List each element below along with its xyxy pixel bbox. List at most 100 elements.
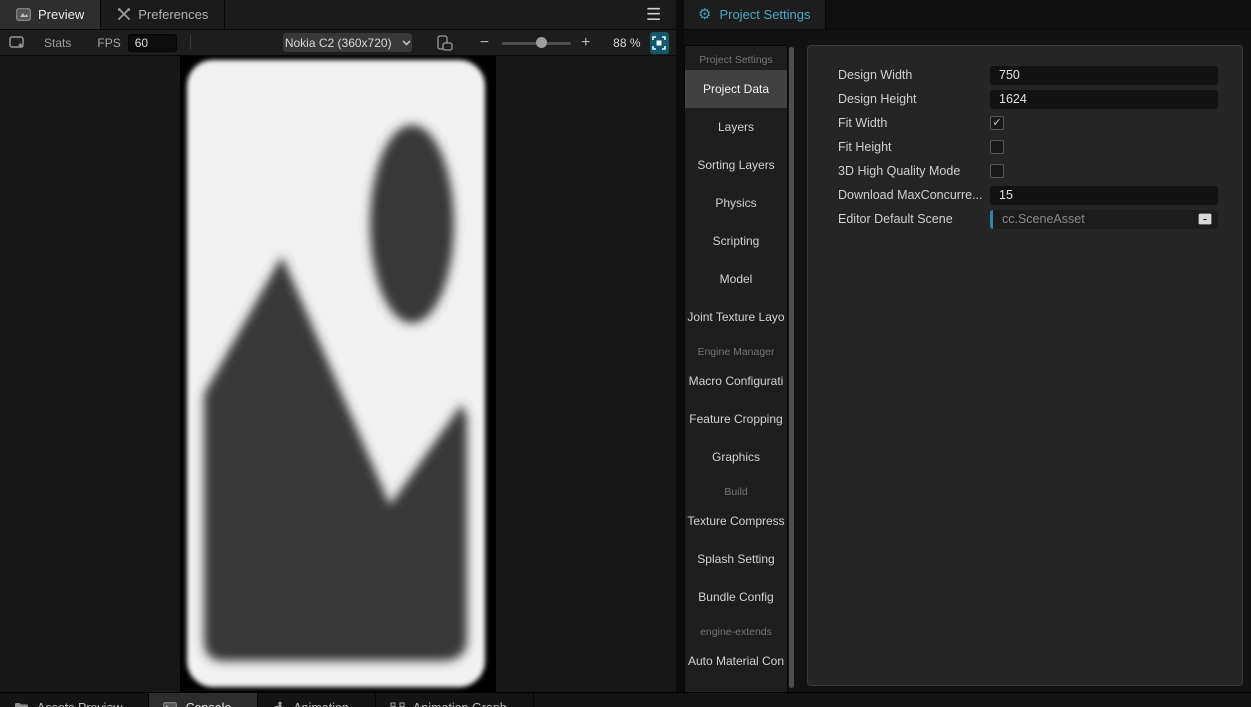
stats-toggle[interactable]: Stats [44,36,71,50]
field-control: cc.SceneAsset [990,209,1218,229]
asset-placeholder: cc.SceneAsset [1002,212,1085,226]
bottom-tab-animation[interactable]: Animation [258,693,376,707]
game-canvas[interactable] [180,56,496,692]
bottom-tab-label: Animation Graph [413,701,507,707]
preview-toolbar: Stats FPS 60 Nokia C2 (360x720) − + 88 % [0,30,676,56]
expand-icon [652,35,667,50]
field-value: 1624 [999,92,1027,106]
field-control: 15 [990,185,1218,205]
console-icon [163,701,178,707]
field-label: Design Height [838,92,917,106]
zoom-slider[interactable] [501,36,571,50]
preview-icon [16,8,31,21]
sidebar-group-label: Project Settings [699,54,773,66]
project-settings-panel: ⚙ Project Settings Project Settings Proje… [684,0,1251,692]
sidebar-group-label: engine-extends [700,626,772,638]
sidebar-item-scripting[interactable]: Scripting [685,222,787,260]
tab-label: Preferences [138,7,209,22]
project-data-form: Design Width 750 Design Height 1624 Fit Widt… [808,46,1242,231]
field-control: 1624 [990,89,1218,109]
tools-icon [117,8,131,21]
field-control: ✓ [990,140,1218,154]
bottom-tab-label: Assets Preview [37,701,122,707]
form-row: Fit Width ✓ [808,111,1242,135]
toolbar-separator [190,35,192,50]
sidebar-item-macro-configurati[interactable]: Macro Configurati [685,362,787,400]
design-width-input[interactable]: 750 [990,65,1218,85]
hamburger-menu-icon[interactable]: ☰ [646,6,664,23]
field-control: 750 [990,65,1218,85]
fps-input[interactable]: 60 [127,33,178,52]
asset-picker-icon[interactable] [1198,213,1212,225]
bottom-tab-label: Console [185,701,231,707]
3d-high-quality-mode-checkbox[interactable]: ✓ [990,164,1004,178]
open-device-preview-icon[interactable] [9,36,25,49]
form-row: Design Height 1624 [808,87,1242,111]
field-control: ✓ [990,116,1218,130]
checkmark-icon: ✓ [992,116,1002,129]
tab-project-settings[interactable]: ⚙ Project Settings [684,0,826,29]
bottom-tab-label: Animation [293,701,349,707]
sidebar-item-project-data[interactable]: Project Data [685,70,787,108]
zoom-slider-thumb[interactable] [535,36,547,48]
fit-width-checkbox[interactable]: ✓ [990,116,1004,130]
sidebar-scrollbar[interactable] [788,45,796,692]
bottom-tab-animation-graph[interactable]: Animation Graph [376,693,534,707]
field-label: 3D High Quality Mode [838,164,961,178]
sidebar-item-splash-setting[interactable]: Splash Setting [685,540,787,578]
form-row: Editor Default Scene cc.SceneAsset [808,207,1242,231]
fit-height-checkbox[interactable]: ✓ [990,140,1004,154]
sidebar-group-label: Engine Manager [697,346,775,358]
field-label: Download MaxConcurre... [838,188,983,202]
field-label: Editor Default Scene [838,212,953,226]
field-control: ✓ [990,164,1218,178]
download-maxconcurre--input[interactable]: 15 [990,185,1218,205]
placeholder-image [180,56,496,692]
device-value: Nokia C2 (360x720) [284,35,392,50]
sidebar-item-graphics[interactable]: Graphics [685,438,787,476]
zoom-in-button[interactable]: + [579,34,593,52]
folder-icon [14,702,29,707]
app-window: Preview Preferences ☰ Stats FPS 60 Nokia … [0,0,1251,707]
bottom-tab-console[interactable]: Console [149,693,259,707]
field-value: 750 [999,68,1020,82]
bottom-tabbar: Assets Preview Console Animation Animation … [0,692,1251,707]
zoom-out-button[interactable]: − [477,34,491,52]
settings-body: Project Settings Project Data Layers Sortin… [684,30,1251,692]
gear-icon: ⚙ [698,6,712,23]
editor-default-scene-input[interactable]: cc.SceneAsset [990,209,1218,229]
animation-graph-icon [390,701,405,707]
sidebar-item-feature-cropping[interactable]: Feature Cropping [685,400,787,438]
sidebar-scrollbar-thumb[interactable] [789,47,794,688]
field-label: Design Width [838,68,913,82]
animation-icon [272,701,285,707]
form-row: Design Width 750 [808,63,1242,87]
settings-tabbar: ⚙ Project Settings [684,0,1251,30]
field-label: Fit Height [838,140,892,154]
bottom-tab-assets-preview[interactable]: Assets Preview [0,693,150,707]
fit-canvas-button[interactable] [649,31,669,54]
zoom-percent: 88 % [613,35,641,50]
rotate-device-icon[interactable] [436,34,454,51]
tab-preview[interactable]: Preview [0,0,102,29]
form-row: Download MaxConcurre... 15 [808,183,1242,207]
sidebar-item-texture-compress[interactable]: Texture Compress [685,502,787,540]
settings-sidebar: Project Settings Project Data Layers Sortin… [684,45,788,692]
sidebar-item-joint-texture-layo[interactable]: Joint Texture Layo [685,298,787,336]
sidebar-item-sorting-layers[interactable]: Sorting Layers [685,146,787,184]
sidebar-item-auto-material-con[interactable]: Auto Material Con [685,642,787,680]
field-value: 15 [999,188,1013,202]
tab-preferences[interactable]: Preferences [101,0,226,29]
tab-label: Preview [38,7,85,22]
chevron-down-icon [402,39,411,46]
sidebar-item-physics[interactable]: Physics [685,184,787,222]
settings-content: Design Width 750 Design Height 1624 Fit Widt… [807,45,1243,686]
sidebar-item-model[interactable]: Model [685,260,787,298]
sidebar-item-layers[interactable]: Layers [685,108,787,146]
sidebar-item-bundle-config[interactable]: Bundle Config [685,578,787,616]
form-row: 3D High Quality Mode ✓ [808,159,1242,183]
preview-panel: Preview Preferences ☰ Stats FPS 60 Nokia … [0,0,676,692]
fps-value: 60 [134,35,149,50]
design-height-input[interactable]: 1624 [990,89,1218,109]
device-select[interactable]: Nokia C2 (360x720) [283,33,413,52]
